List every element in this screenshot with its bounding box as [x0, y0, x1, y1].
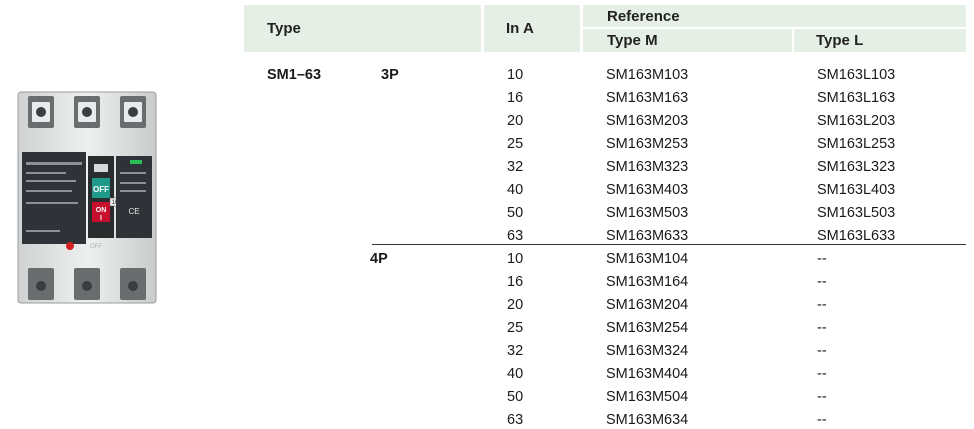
table-row-in: 10 [507, 251, 524, 267]
table-row-type-m: SM163M203 [606, 113, 689, 129]
header-type-m-label: Type M [607, 32, 658, 49]
table-row-type-m: SM163M403 [606, 182, 689, 198]
table-row-type-l: -- [817, 251, 827, 267]
table-row-type-m: SM163M103 [606, 67, 689, 83]
header-type-l-label: Type L [816, 32, 864, 49]
table-row-type-m: SM163M324 [606, 343, 689, 359]
table-row-type-m: SM163M104 [606, 251, 689, 267]
table-row-type-l: -- [817, 343, 827, 359]
header-type-l-cell: Type L [794, 29, 966, 52]
table-row-type-m: SM163M254 [606, 320, 689, 336]
svg-text:OFF: OFF [90, 244, 102, 250]
table-row-type-l: SM163L503 [817, 205, 896, 221]
header-in-a-label: In A [506, 20, 534, 37]
svg-text:I: I [100, 215, 102, 222]
table-row-in: 63 [507, 412, 524, 428]
table-row-type-m: SM163M503 [606, 205, 689, 221]
table-row-type-l: -- [817, 297, 827, 313]
table-row-in: 40 [507, 182, 524, 198]
table-row-type-l: SM163L103 [817, 67, 896, 83]
table-row-in: 20 [507, 297, 524, 313]
table-row-in: 32 [507, 343, 524, 359]
table-row-type-m: SM163M253 [606, 136, 689, 152]
table-row-in: 20 [507, 113, 524, 129]
table-row-type-l: SM163L323 [817, 159, 896, 175]
table-row-type-m: SM163M633 [606, 228, 689, 244]
section-divider [372, 244, 966, 245]
table-row-type-l: -- [817, 389, 827, 405]
table-row-in: 63 [507, 228, 524, 244]
table-row-type-l: -- [817, 274, 827, 290]
table-row-in: 32 [507, 159, 524, 175]
table-row-type-l: SM163L633 [817, 228, 896, 244]
svg-text:OFF: OFF [93, 185, 109, 194]
header-type-cell: Type [244, 5, 481, 52]
table-row-in: 50 [507, 205, 524, 221]
table-row-type-l: SM163L403 [817, 182, 896, 198]
pole-4p-label: 4P [370, 251, 388, 267]
table-row-type-l: -- [817, 412, 827, 428]
table-row-type-l: SM163L163 [817, 90, 896, 106]
header-reference-label: Reference [607, 8, 680, 25]
table-row-in: 16 [507, 274, 524, 290]
table-row-type-m: SM163M204 [606, 297, 689, 313]
circuit-breaker-image: OFF ON I 10A CE OFF [17, 91, 157, 304]
table-row-in: 25 [507, 320, 524, 336]
table-row-in: 16 [507, 90, 524, 106]
header-reference-cell: Reference [583, 5, 966, 27]
table-row-type-m: SM163M164 [606, 274, 689, 290]
table-row-in: 25 [507, 136, 524, 152]
model-label: SM1–63 [267, 67, 322, 83]
svg-text:ON: ON [96, 207, 107, 214]
header-type-label: Type [267, 20, 301, 37]
table-row-type-m: SM163M163 [606, 90, 689, 106]
svg-text:CE: CE [128, 207, 139, 216]
table-row-type-l: -- [817, 320, 827, 336]
table-row-type-m: SM163M504 [606, 389, 689, 405]
pole-3p-label: 3P [381, 67, 399, 83]
header-in-a-cell: In A [484, 5, 580, 52]
table-row-in: 40 [507, 366, 524, 382]
table-row-type-m: SM163M404 [606, 366, 689, 382]
table-row-type-l: -- [817, 366, 827, 382]
table-row-in: 10 [507, 67, 524, 83]
table-row-type-m: SM163M323 [606, 159, 689, 175]
table-row-type-l: SM163L203 [817, 113, 896, 129]
table-row-in: 50 [507, 389, 524, 405]
table-row-type-l: SM163L253 [817, 136, 896, 152]
table-row-type-m: SM163M634 [606, 412, 689, 428]
header-type-m-cell: Type M [583, 29, 792, 52]
